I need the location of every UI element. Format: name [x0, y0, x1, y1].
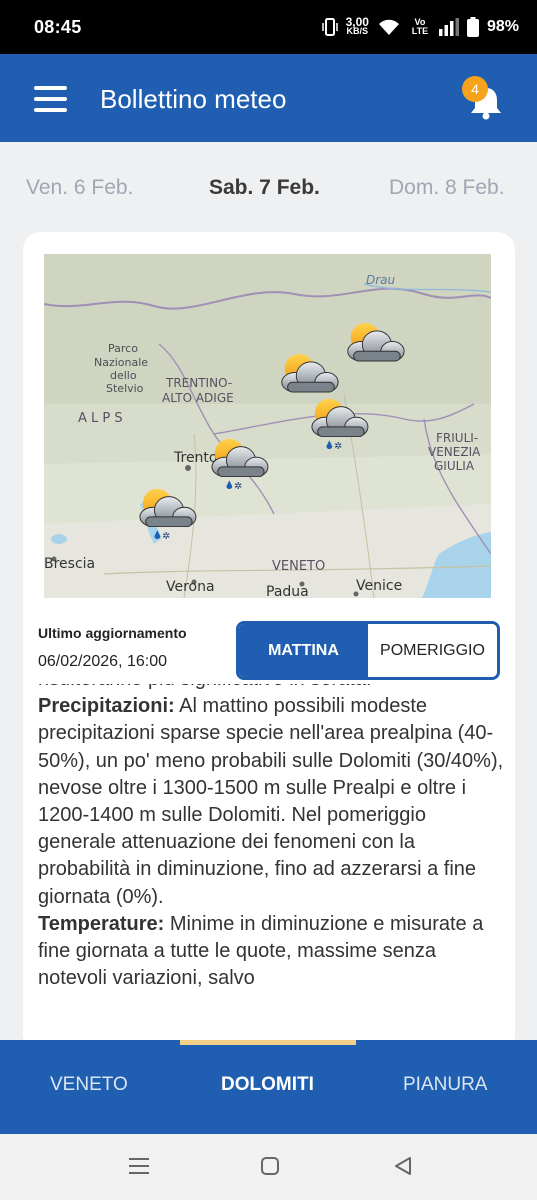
notification-badge: 4: [462, 76, 488, 102]
status-time: 08:45: [34, 16, 82, 37]
vibrate-icon: [321, 18, 338, 36]
map-label-veneto: VENETO: [272, 559, 325, 574]
forecast-map[interactable]: ✲: [44, 254, 491, 598]
notifications-button[interactable]: 4: [462, 76, 508, 122]
recent-apps-icon[interactable]: [128, 1156, 150, 1176]
map-label-park-1: Parco: [108, 342, 138, 355]
map-label-alps: A L P S: [78, 411, 123, 426]
system-navigation-bar: [0, 1134, 537, 1200]
map-label-region-1: TRENTINO-: [165, 376, 232, 390]
last-update-label: Ultimo aggiornamento: [38, 625, 187, 641]
menu-icon[interactable]: [34, 86, 67, 112]
temperature-label: Temperature:: [38, 912, 165, 935]
home-icon[interactable]: [260, 1156, 280, 1176]
map-label-friuli-1: FRIULI-: [436, 431, 478, 445]
battery-percent: 98%: [486, 18, 519, 35]
signal-icon: [438, 18, 459, 36]
app-bar: Bollettino meteo 4: [0, 54, 537, 142]
network-speed-unit: KB/S: [346, 26, 369, 36]
volte-indicator: Vo LTE: [411, 17, 429, 36]
map-label-friuli-2: VENEZIA: [428, 445, 481, 459]
tab-next-day[interactable]: Dom. 8 Feb.: [389, 176, 505, 200]
map-label-venice: Venice: [356, 578, 402, 594]
precipitation-label: Precipitazioni:: [38, 695, 175, 718]
nav-dolomiti[interactable]: DOLOMITI: [221, 1074, 314, 1096]
tab-prev-day[interactable]: Ven. 6 Feb.: [26, 176, 133, 200]
map-canvas: ✲: [44, 254, 491, 598]
map-label-trento: Trento: [173, 450, 217, 466]
bulletin-text[interactable]: risulteranno più significative in serata…: [38, 684, 508, 1052]
last-update-value: 06/02/2026, 16:00: [38, 653, 168, 670]
back-icon[interactable]: [393, 1156, 413, 1176]
map-label-verona: Verona: [166, 579, 215, 595]
date-tabs: Ven. 6 Feb. Sab. 7 Feb. Dom. 8 Feb.: [0, 142, 537, 232]
nav-pianura[interactable]: PIANURA: [403, 1074, 487, 1096]
bulletin-line-top: risulteranno più significative in serata…: [38, 684, 508, 693]
wifi-icon: [378, 19, 399, 35]
battery-icon: [466, 17, 479, 37]
screen: 08:45 3,00 KB/S Vo LTE 98% Bollettino me…: [0, 0, 537, 1200]
map-label-drau: Drau: [366, 273, 396, 287]
map-label-padua: Padua: [266, 584, 309, 598]
map-label-park-2: Nazionale: [94, 356, 148, 369]
afternoon-button[interactable]: POMERIGGIO: [368, 624, 497, 677]
map-label-park-3: dello: [110, 369, 137, 382]
time-of-day-toggle: MATTINA POMERIGGIO: [236, 621, 500, 680]
bottom-navigation: VENETO DOLOMITI PIANURA: [0, 1040, 537, 1134]
network-speed: 3,00 KB/S: [346, 16, 369, 36]
morning-button[interactable]: MATTINA: [239, 624, 368, 677]
status-bar: 08:45 3,00 KB/S Vo LTE 98%: [0, 0, 537, 54]
map-label-region-2: ALTO ADIGE: [162, 391, 234, 405]
tab-current-day[interactable]: Sab. 7 Feb.: [209, 176, 320, 200]
map-label-brescia: Brescia: [44, 556, 95, 572]
bulletin-card: ✲: [23, 232, 515, 1052]
map-label-park-4: Stelvio: [106, 382, 144, 395]
map-label-friuli-3: GIULIA: [434, 459, 475, 473]
bulletin-temperature: Temperature: Minime in diminuzione e mis…: [38, 911, 508, 993]
selected-tab-indicator: [180, 1040, 356, 1045]
bulletin-precipitation: Precipitazioni: Al mattino possibili mod…: [38, 693, 508, 911]
status-icons: 3,00 KB/S Vo LTE 98%: [321, 16, 519, 37]
precipitation-text: Al mattino possibili modeste precipitazi…: [38, 695, 504, 908]
nav-veneto[interactable]: VENETO: [50, 1074, 128, 1096]
page-title: Bollettino meteo: [100, 84, 287, 114]
